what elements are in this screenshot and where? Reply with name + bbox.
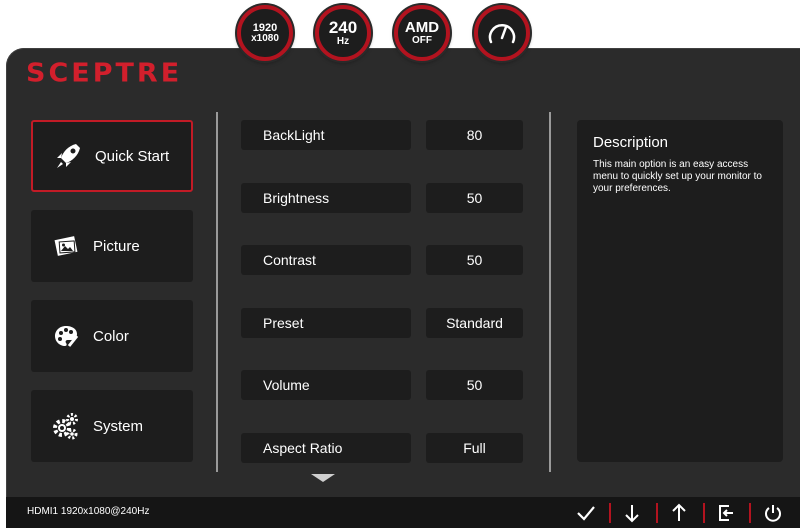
setting-value-brightness[interactable]: 50 [426,183,523,213]
gears-icon [51,411,81,441]
osd-screen: 1920 x1080 240 Hz AMD OFF SCEPTRE Quick … [0,0,800,528]
brand-logo: SCEPTRE [26,58,183,89]
status-bar: HDMI1 1920x1080@240Hz [6,497,800,528]
nav-separator [749,503,751,523]
up-button[interactable] [664,500,694,526]
setting-label-volume[interactable]: Volume [241,370,411,400]
nav-separator [656,503,658,523]
divider-left [216,112,218,472]
scroll-down-arrow-icon[interactable] [311,474,335,482]
setting-label-brightness[interactable]: Brightness [241,183,411,213]
exit-icon [719,505,733,521]
setting-value-volume[interactable]: 50 [426,370,523,400]
input-status-text: HDMI1 1920x1080@240Hz [27,506,150,517]
speedometer-icon [488,24,516,44]
power-icon [765,505,781,522]
arrow-up-icon [672,503,686,521]
refresh-rate-badge: 240 Hz [315,5,371,61]
rocket-icon [53,141,83,171]
menu-item-label: Quick Start [95,147,170,165]
setting-label-preset[interactable]: Preset [241,308,411,338]
menu-item-quick-start[interactable]: Quick Start [31,120,193,192]
menu-item-label: System [93,417,144,435]
arrow-down-icon [625,505,639,523]
nav-separator [609,503,611,523]
down-button[interactable] [617,500,647,526]
palette-icon [51,321,81,351]
exit-button[interactable] [711,500,741,526]
setting-value-aspect-ratio[interactable]: Full [426,433,523,463]
osd-panel: SCEPTRE Quick Start Picture Color System… [6,48,800,528]
setting-value-backlight[interactable]: 80 [426,120,523,150]
amd-freesync-badge: AMD OFF [394,5,450,61]
setting-label-contrast[interactable]: Contrast [241,245,411,275]
description-text: This main option is an easy access menu … [593,159,762,194]
description-title: Description [593,134,669,151]
setting-value-contrast[interactable]: 50 [426,245,523,275]
menu-item-label: Color [93,327,129,345]
nav-separator [703,503,705,523]
description-panel: Description This main option is an easy … [577,120,783,462]
menu-item-label: Picture [93,237,140,255]
setting-label-backlight[interactable]: BackLight [241,120,411,150]
setting-label-aspect-ratio[interactable]: Aspect Ratio [241,433,411,463]
menu-item-system[interactable]: System [31,390,193,462]
setting-value-preset[interactable]: Standard [426,308,523,338]
picture-icon [51,231,81,261]
menu-item-color[interactable]: Color [31,300,193,372]
speedometer-badge [474,5,530,61]
resolution-badge: 1920 x1080 [237,5,293,61]
menu-item-picture[interactable]: Picture [31,210,193,282]
check-icon [577,506,595,521]
power-button[interactable] [758,500,788,526]
confirm-button[interactable] [571,500,601,526]
divider-right [549,112,551,472]
